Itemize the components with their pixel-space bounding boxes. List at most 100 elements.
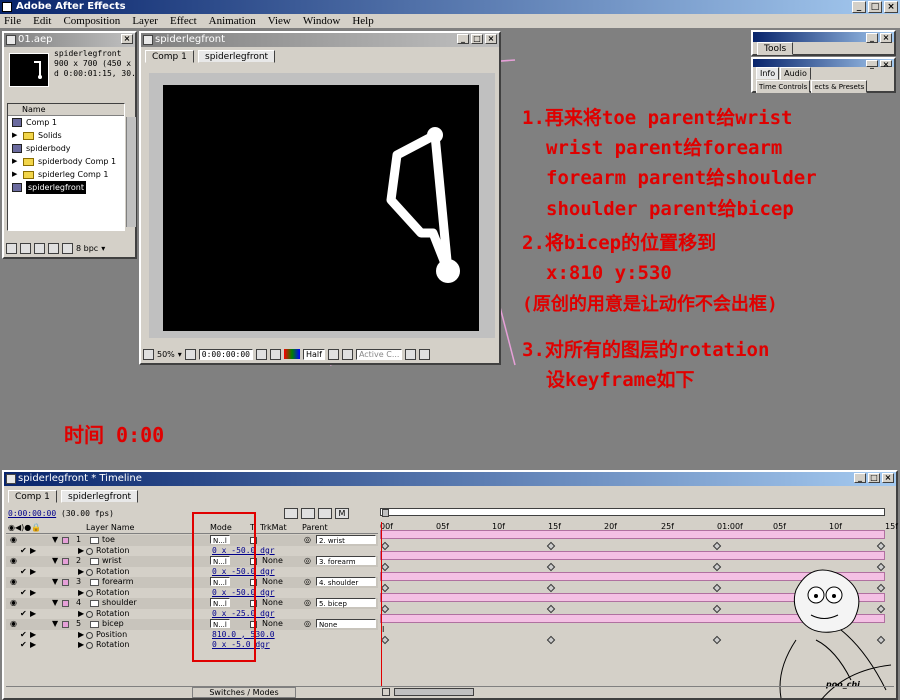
- list-item[interactable]: ▶ spiderleg Comp 1: [8, 168, 124, 181]
- keyframe-nav-icon[interactable]: ▶: [30, 546, 36, 556]
- tools-minimize-button[interactable]: _: [866, 33, 878, 43]
- trash-icon[interactable]: [48, 242, 59, 254]
- visibility-eye-icon[interactable]: ◉: [10, 556, 17, 566]
- comp-viewer[interactable]: [163, 85, 479, 331]
- always-preview-icon[interactable]: [143, 348, 154, 360]
- menu-layer[interactable]: Layer: [132, 15, 158, 27]
- layer-duration-bar[interactable]: [380, 530, 885, 539]
- expand-arrow-icon[interactable]: ▶: [12, 168, 19, 181]
- parent-select[interactable]: 3. forearm: [316, 556, 376, 566]
- frame-blending-icon[interactable]: [318, 508, 332, 519]
- keyframe-diamond[interactable]: [546, 604, 556, 613]
- keyframe-nav-icon[interactable]: ▶: [30, 640, 36, 650]
- expand-arrow-icon[interactable]: ▶: [78, 546, 84, 556]
- expand-arrow-icon[interactable]: ▼: [52, 556, 58, 566]
- keyframe-diamond[interactable]: [876, 541, 886, 550]
- expand-arrow-icon[interactable]: ▶: [12, 129, 19, 142]
- pickwhip-icon[interactable]: ◎: [304, 619, 311, 629]
- layer-name[interactable]: forearm: [102, 577, 134, 587]
- project-scrollbar[interactable]: [126, 117, 136, 227]
- expand-arrow-icon[interactable]: ▶: [78, 640, 84, 650]
- minimize-button[interactable]: _: [852, 1, 866, 13]
- channels-icon[interactable]: [283, 349, 300, 359]
- bpc-label[interactable]: 8 bpc: [76, 244, 98, 253]
- label-color-swatch[interactable]: [62, 579, 69, 586]
- stopwatch-icon[interactable]: [86, 631, 93, 639]
- comp-timecode[interactable]: 0:00:00:00: [198, 348, 253, 360]
- info-minimize-button[interactable]: _: [866, 60, 878, 69]
- keyframe-nav-icon[interactable]: ▶: [30, 567, 36, 577]
- parent-select[interactable]: 2. wrist: [316, 535, 376, 545]
- layer-name-header[interactable]: Layer Name: [86, 523, 134, 532]
- find-icon[interactable]: [6, 242, 17, 254]
- keyframe-diamond[interactable]: [380, 583, 390, 592]
- time-navigator-start[interactable]: [382, 509, 389, 517]
- fast-previews-icon[interactable]: [419, 348, 431, 360]
- pickwhip-icon[interactable]: ◎: [304, 535, 311, 545]
- current-time-indicator[interactable]: [381, 522, 382, 687]
- comp-minimize-button[interactable]: _: [457, 34, 469, 44]
- label-color-swatch[interactable]: [62, 558, 69, 565]
- trkmat-select[interactable]: None: [262, 619, 283, 629]
- tab-spiderlegfront[interactable]: spiderlegfront: [61, 490, 139, 503]
- parent-select[interactable]: 5. bicep: [316, 598, 376, 608]
- comp-maximize-button[interactable]: □: [471, 34, 483, 44]
- tab-effects-presets[interactable]: ects & Presets: [811, 80, 868, 93]
- menu-effect[interactable]: Effect: [170, 15, 197, 27]
- menu-animation[interactable]: Animation: [209, 15, 256, 27]
- trkmat-select[interactable]: None: [262, 577, 283, 587]
- maximize-button[interactable]: □: [868, 1, 882, 13]
- expand-arrow-icon[interactable]: ▼: [52, 535, 58, 545]
- stopwatch-icon[interactable]: [86, 568, 93, 576]
- menu-edit[interactable]: Edit: [33, 15, 51, 27]
- tab-audio[interactable]: Audio: [780, 67, 811, 80]
- views-icon[interactable]: [405, 348, 417, 360]
- switches-modes-toggle[interactable]: Switches / Modes: [192, 687, 296, 698]
- keyframe-diamond[interactable]: [380, 604, 390, 613]
- label-color-swatch[interactable]: [62, 600, 69, 607]
- menu-window[interactable]: Window: [303, 15, 340, 27]
- tab-time-controls[interactable]: Time Controls: [756, 80, 811, 93]
- menu-view[interactable]: View: [268, 15, 291, 27]
- list-item[interactable]: ▶ Solids: [8, 129, 124, 142]
- layer-name[interactable]: bicep: [102, 619, 124, 629]
- tab-comp-1[interactable]: Comp 1: [145, 50, 194, 63]
- keyframe-diamond[interactable]: [712, 562, 722, 571]
- expand-arrow-icon[interactable]: ▶: [78, 567, 84, 577]
- keyframe-diamond[interactable]: [712, 541, 722, 550]
- transparency-grid-icon[interactable]: [341, 348, 353, 360]
- keyframe-diamond[interactable]: [546, 541, 556, 550]
- stopwatch-icon[interactable]: [86, 589, 93, 597]
- list-item[interactable]: Comp 1: [8, 116, 124, 129]
- project-close-button[interactable]: ×: [121, 34, 133, 44]
- info-close-button[interactable]: ×: [880, 60, 892, 69]
- keyframe-diamond[interactable]: [546, 562, 556, 571]
- keyframe-diamond[interactable]: [380, 635, 390, 645]
- expand-arrow-icon[interactable]: ▼: [52, 619, 58, 629]
- audio-video-checkbox[interactable]: ✔: [20, 567, 27, 577]
- layer-name[interactable]: shoulder: [102, 598, 137, 608]
- zoom-select[interactable]: 50%: [157, 350, 175, 359]
- zoom-out-icon[interactable]: [382, 688, 390, 696]
- stopwatch-icon[interactable]: [86, 642, 93, 649]
- keyframe-diamond[interactable]: [712, 635, 722, 645]
- shy-layers-icon[interactable]: [301, 508, 315, 519]
- chevron-down-icon[interactable]: ▾: [178, 350, 182, 359]
- name-column-header[interactable]: Name: [8, 104, 124, 116]
- tab-info[interactable]: Info: [756, 67, 780, 80]
- tab-spiderlegfront[interactable]: spiderlegfront: [198, 50, 276, 63]
- keyframe-nav-icon[interactable]: ▶: [30, 609, 36, 619]
- menu-help[interactable]: Help: [352, 15, 373, 27]
- keyframe-diamond[interactable]: [712, 583, 722, 592]
- parent-select[interactable]: 4. shoulder: [316, 577, 376, 587]
- visibility-eye-icon[interactable]: ◉: [10, 577, 17, 587]
- resolution-select[interactable]: Half: [302, 348, 325, 360]
- region-of-interest-icon[interactable]: [327, 348, 339, 360]
- expand-arrow-icon[interactable]: ▶: [78, 588, 84, 598]
- visibility-eye-icon[interactable]: ◉: [10, 619, 17, 629]
- pickwhip-icon[interactable]: ◎: [304, 556, 311, 566]
- menu-file[interactable]: File: [4, 15, 21, 27]
- new-comp-icon[interactable]: [34, 242, 45, 254]
- audio-video-checkbox[interactable]: ✔: [20, 588, 27, 598]
- timeline-timecode[interactable]: 0:00:00:00: [8, 509, 56, 518]
